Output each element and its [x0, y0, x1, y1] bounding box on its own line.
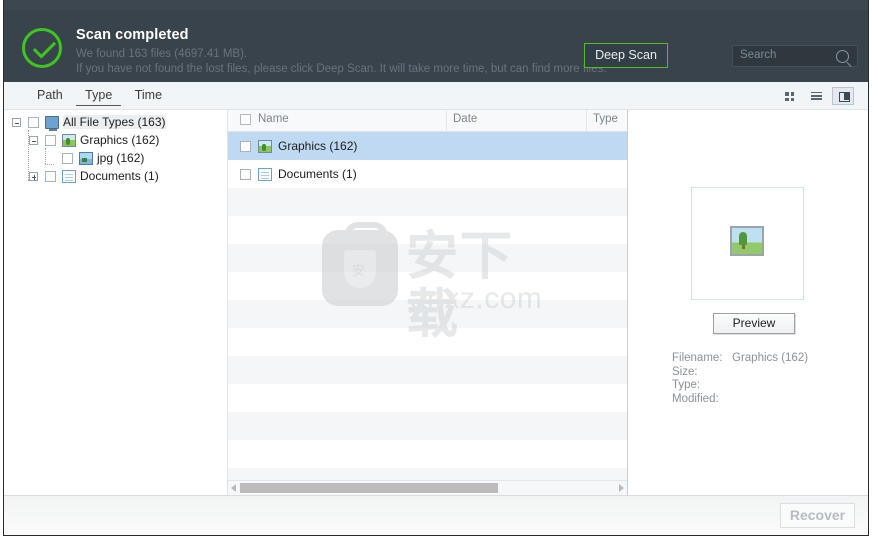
document-icon [62, 170, 76, 183]
status-line-1: We found 163 files (4697.41 MB). [76, 48, 248, 60]
scroll-left-arrow-icon[interactable] [231, 484, 236, 492]
table-row[interactable]: Documents (1) [228, 160, 627, 188]
deep-scan-button[interactable]: Deep Scan [584, 43, 668, 68]
column-header-date[interactable]: Date [453, 113, 477, 125]
scrollbar-thumb[interactable] [240, 483, 498, 493]
row-checkbox[interactable] [240, 169, 251, 180]
tab-time[interactable]: Time [126, 86, 171, 105]
horizontal-scrollbar[interactable] [228, 480, 627, 495]
table-row[interactable] [228, 272, 627, 300]
table-row[interactable] [228, 300, 627, 328]
tree-checkbox[interactable] [45, 171, 56, 182]
recover-button[interactable]: Recover [780, 503, 855, 528]
preview-thumbnail-box [691, 187, 804, 300]
view-mode-group [779, 87, 854, 105]
file-metadata: Filename: Graphics (162) Size: Type: Modi… [672, 352, 808, 406]
status-line-2: If you have not found the lost files, pl… [76, 63, 607, 75]
file-type-tree: All File Types (163) Graphics (162) jpg … [4, 110, 228, 495]
list-view-icon[interactable] [806, 87, 828, 105]
column-header-name[interactable]: Name [258, 113, 289, 125]
file-list-header: Name Date Type [228, 110, 627, 132]
magnifier-icon [836, 50, 849, 63]
file-list: Name Date Type Graphics (162) Documents … [228, 110, 628, 495]
tree-node-jpg[interactable]: jpg (162) [4, 150, 227, 168]
table-row[interactable]: Graphics (162) [228, 132, 627, 160]
status-header: Scan completed We found 163 files (4697.… [4, 10, 868, 82]
toolbar: Path Type Time [4, 82, 868, 110]
column-divider[interactable] [446, 110, 447, 131]
tree-checkbox[interactable] [62, 153, 73, 164]
column-divider[interactable] [586, 110, 587, 131]
preview-pane [629, 110, 868, 495]
document-icon [258, 168, 272, 181]
meta-key-filename: Filename: [672, 352, 723, 364]
meta-key-type: Type: [672, 379, 701, 391]
table-row[interactable] [228, 440, 627, 468]
meta-value-filename: Graphics (162) [732, 352, 809, 364]
grid-view-icon[interactable] [779, 87, 801, 105]
table-row[interactable] [228, 188, 627, 216]
tree-node-label: Documents (1) [80, 169, 159, 183]
image-green-icon [258, 140, 272, 153]
row-name: Graphics (162) [278, 139, 358, 153]
table-row[interactable] [228, 356, 627, 384]
detail-view-icon[interactable] [832, 87, 854, 105]
table-row[interactable] [228, 328, 627, 356]
application-window: Scan completed We found 163 files (4697.… [0, 0, 875, 548]
table-row[interactable] [228, 384, 627, 412]
row-name: Documents (1) [278, 167, 357, 181]
image-thumbnail-icon [730, 226, 764, 256]
tree-node-all-file-types[interactable]: All File Types (163) [4, 114, 227, 132]
meta-key-size: Size: [672, 365, 698, 378]
preview-button[interactable]: Preview [713, 313, 795, 334]
search-placeholder: Search [740, 49, 777, 61]
title-bar [4, 0, 868, 10]
scroll-right-arrow-icon[interactable] [619, 484, 624, 492]
table-row[interactable] [228, 244, 627, 272]
search-input[interactable]: Search [732, 45, 858, 67]
tree-expander-minus-icon[interactable] [29, 136, 38, 145]
tab-type[interactable]: Type [76, 86, 122, 106]
tree-checkbox[interactable] [45, 135, 56, 146]
tree-node-label: jpg (162) [97, 151, 145, 165]
tree-expander-plus-icon[interactable] [29, 172, 38, 181]
tree-expander-minus-icon[interactable] [12, 118, 21, 127]
tree-node-documents[interactable]: Documents (1) [4, 168, 227, 186]
image-blue-icon [79, 152, 93, 165]
tab-path[interactable]: Path [28, 86, 72, 105]
tab-strip: Path Type Time [28, 86, 171, 106]
row-checkbox[interactable] [240, 141, 251, 152]
tree-node-label: All File Types (163) [63, 115, 166, 129]
select-all-checkbox[interactable] [240, 114, 251, 125]
column-header-type[interactable]: Type [593, 113, 618, 125]
meta-key-modified: Modified: [672, 392, 719, 405]
tree-node-label: Graphics (162) [80, 133, 160, 147]
monitor-icon [45, 116, 59, 131]
tree-node-graphics[interactable]: Graphics (162) [4, 132, 227, 150]
tree-checkbox[interactable] [28, 117, 39, 128]
footer-bar: Recover [4, 495, 868, 535]
table-row[interactable] [228, 412, 627, 440]
check-circle-icon [22, 28, 66, 72]
table-row[interactable] [228, 216, 627, 244]
image-green-icon [62, 134, 76, 147]
page-title: Scan completed [76, 27, 189, 43]
